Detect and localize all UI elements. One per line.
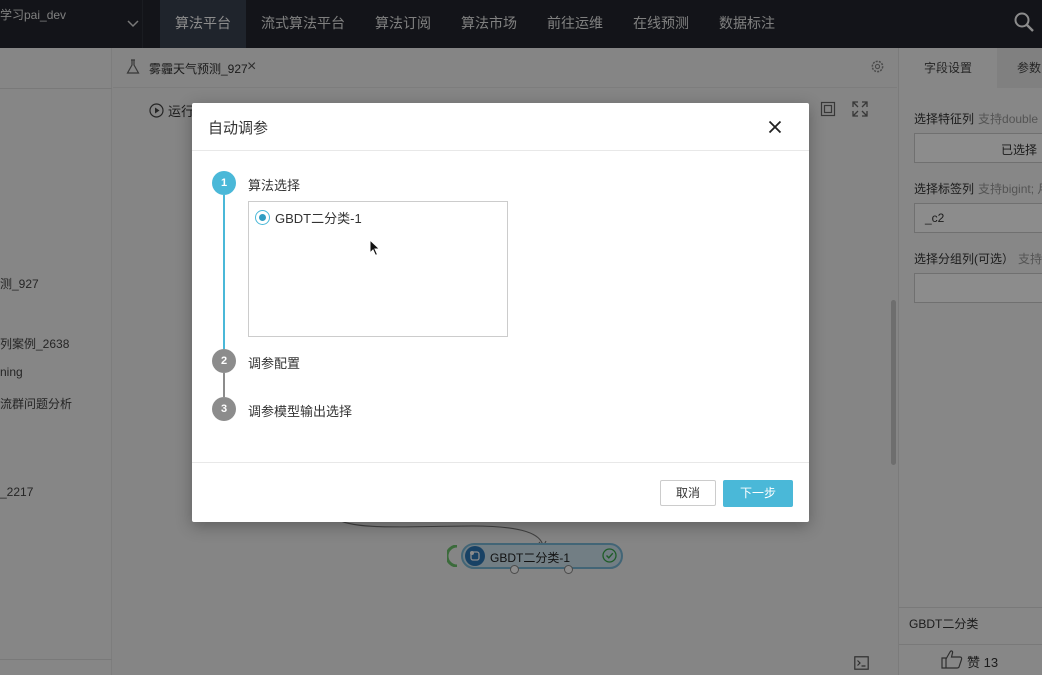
radio-selected-icon[interactable] — [255, 210, 270, 225]
step-3-label: 调参模型输出选择 — [248, 404, 353, 419]
dialog-header: 自动调参 — [192, 103, 809, 151]
step-connector-active — [223, 195, 225, 349]
auto-tuning-dialog: 自动调参 1 算法选择 GBDT二分类-1 2 调参配置 3 调参模型输出选择 … — [192, 103, 809, 522]
step-2-indicator: 2 — [212, 349, 236, 373]
next-step-button[interactable]: 下一步 — [723, 480, 793, 507]
algorithm-list: GBDT二分类-1 — [248, 201, 508, 337]
step-1-label: 算法选择 — [248, 178, 301, 193]
step-1-indicator: 1 — [212, 171, 236, 195]
step-3-indicator: 3 — [212, 397, 236, 421]
cancel-button[interactable]: 取消 — [660, 480, 716, 506]
dialog-title: 自动调参 — [208, 120, 269, 137]
step-2-label: 调参配置 — [248, 356, 301, 371]
step-connector — [223, 373, 225, 397]
mouse-cursor-icon — [369, 239, 381, 257]
algorithm-option[interactable]: GBDT二分类-1 — [255, 208, 362, 227]
algorithm-option-label: GBDT二分类-1 — [275, 211, 362, 226]
close-icon[interactable] — [768, 120, 782, 134]
dialog-footer: 取消 下一步 — [192, 462, 809, 522]
